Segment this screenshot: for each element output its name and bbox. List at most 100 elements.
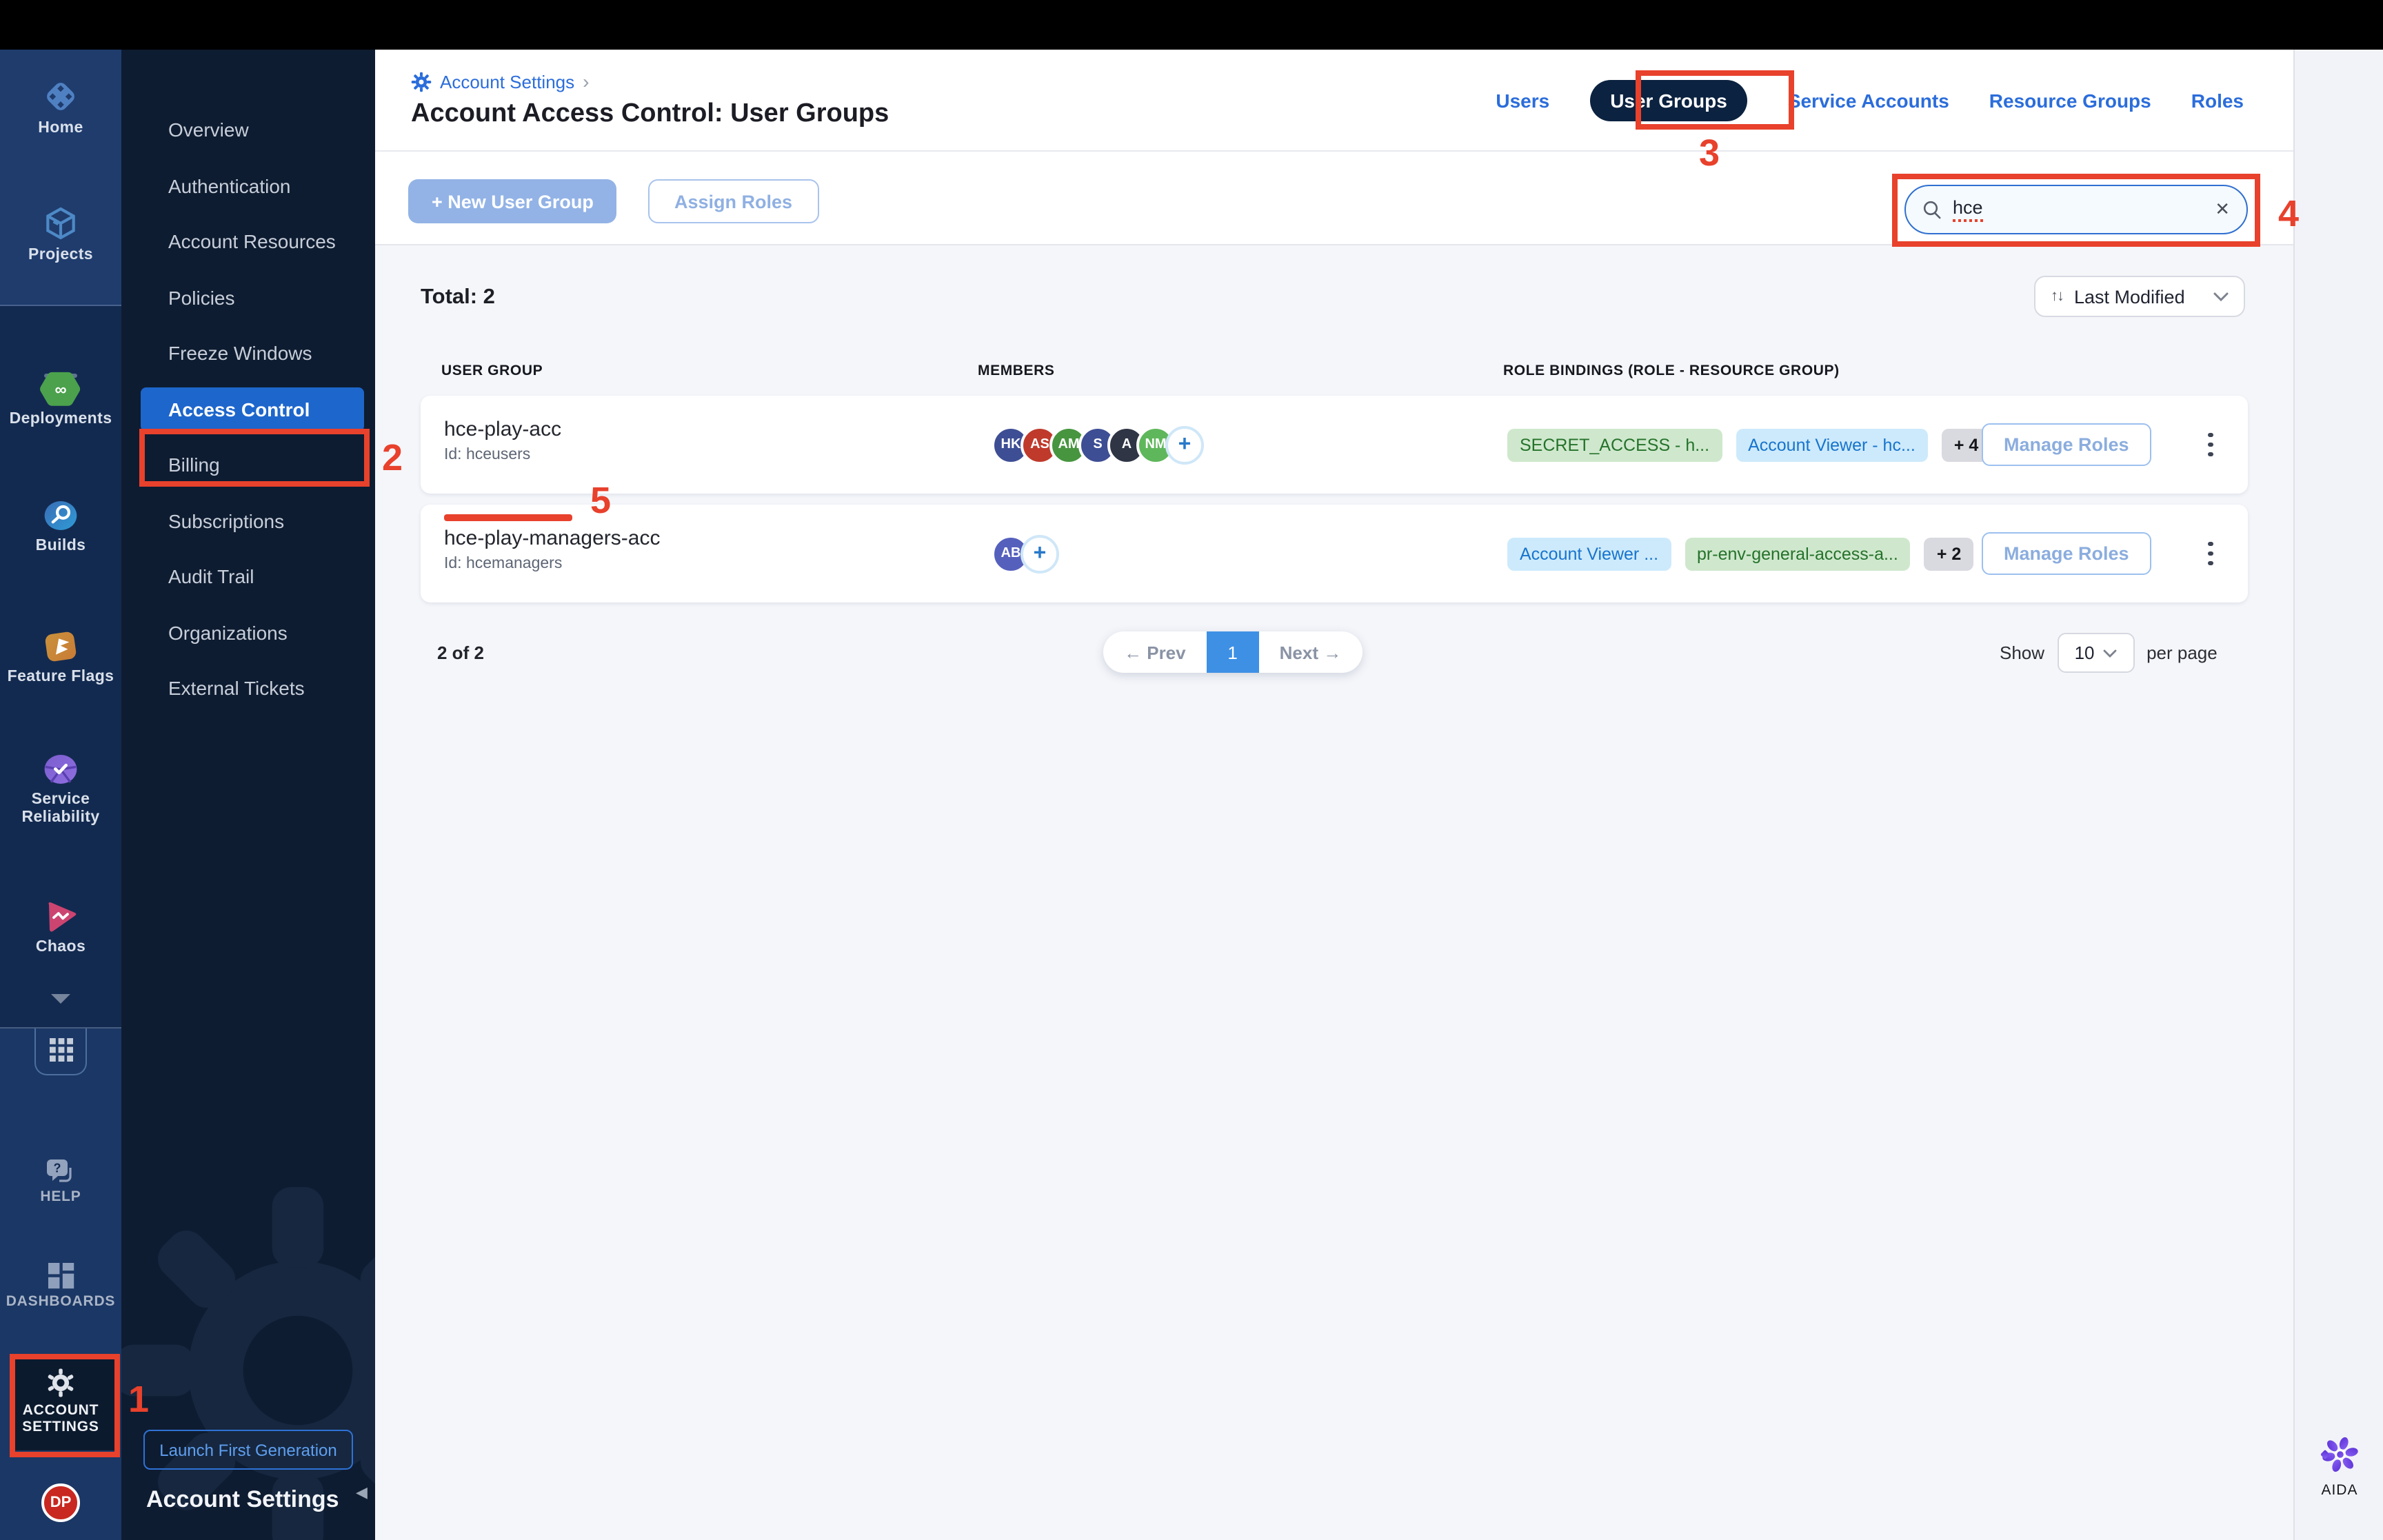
tab-bar: Users User Groups Service Accounts Resource… <box>1496 80 2244 121</box>
new-user-group-button[interactable]: + New User Group <box>408 179 617 223</box>
settings-menu-item-external-tickets[interactable]: External Tickets <box>121 660 375 716</box>
settings-menu-item-authentication[interactable]: Authentication <box>121 158 375 214</box>
column-header-user-group: USER GROUP <box>441 363 543 379</box>
settings-menu-item-label: Organizations <box>168 621 288 644</box>
settings-menu: Overview Authentication Account Resources P… <box>121 102 375 716</box>
row-menu-icon[interactable] <box>2197 505 2224 602</box>
settings-menu-item-label: Overview <box>168 119 249 141</box>
settings-menu-item-freeze-windows[interactable]: Freeze Windows <box>121 325 375 381</box>
annotation-underline-5 <box>444 514 572 521</box>
user-group-row-hce-play-managers-acc[interactable]: hce-play-managers-acc Id: hcemanagers AB + A… <box>421 505 2248 602</box>
pagination: ← Prev 1 Next → <box>1103 631 1363 673</box>
settings-menu-item-audit-trail[interactable]: Audit Trail <box>121 549 375 605</box>
role-binding-chip[interactable]: + 2 <box>1924 537 1974 570</box>
annotation-box-3 <box>1636 70 1794 130</box>
manage-roles-button[interactable]: Manage Roles <box>1982 532 2151 575</box>
service-reliability-icon <box>44 755 77 784</box>
breadcrumb-separator: › <box>583 70 590 92</box>
user-group-id: Id: hcemanagers <box>444 556 563 572</box>
tab-users[interactable]: Users <box>1496 90 1549 112</box>
user-group-name[interactable]: hce-play-managers-acc <box>444 527 660 550</box>
breadcrumb[interactable]: Account Settings › <box>411 70 589 92</box>
members-cell: AB + <box>992 505 1059 602</box>
home-icon <box>47 83 74 110</box>
settings-menu-item-subscriptions[interactable]: Subscriptions <box>121 493 375 549</box>
sidebar-item-label: Projects <box>28 247 93 263</box>
svg-text:?: ? <box>54 1161 61 1175</box>
annotation-number-1: 1 <box>128 1379 150 1420</box>
current-page-button[interactable]: 1 <box>1206 631 1259 673</box>
sidebar-item-deployments[interactable]: ∞ Deployments <box>0 369 121 427</box>
user-avatar[interactable]: DP <box>41 1483 80 1522</box>
builds-icon <box>44 501 77 530</box>
sidebar-item-builds[interactable]: Builds <box>0 496 121 554</box>
settings-menu-item-label: Account Resources <box>168 230 336 253</box>
tab-roles[interactable]: Roles <box>2191 90 2244 112</box>
annotation-number-2: 2 <box>382 437 403 478</box>
sidebar-item-dashboards[interactable]: DASHBOARDS <box>0 1263 121 1310</box>
settings-menu-item-policies[interactable]: Policies <box>121 270 375 325</box>
role-binding-chip[interactable]: pr-env-general-access-a... <box>1685 537 1911 570</box>
aida-label: AIDA <box>2321 1482 2358 1499</box>
column-header-role-bindings: ROLE BINDINGS (ROLE - RESOURCE GROUP) <box>1503 363 1840 379</box>
user-group-row-hce-play-acc[interactable]: hce-play-acc Id: hceusers HK AS AM S A NM + SECRE… <box>421 396 2248 494</box>
chevron-down-icon <box>2213 292 2229 301</box>
sort-dropdown[interactable]: ↑↓ Last Modified <box>2034 276 2245 317</box>
pagination-range: 2 of 2 <box>437 642 484 663</box>
grid-icon <box>49 1038 72 1062</box>
sidebar-item-feature-flags[interactable]: Feature Flags <box>0 627 121 685</box>
sidebar-item-chaos[interactable]: Chaos <box>0 898 121 955</box>
chaos-icon <box>48 902 77 932</box>
main-content: Account Settings › Account Access Contro… <box>375 50 2293 1540</box>
role-bindings-cell: SECRET_ACCESS - h... Account Viewer - hc.… <box>1507 396 1991 494</box>
deployments-icon: ∞ <box>40 372 81 406</box>
sidebar-item-label: Service Reliability <box>21 791 100 826</box>
breadcrumb-label[interactable]: Account Settings <box>440 71 574 92</box>
launch-first-generation-button[interactable]: Launch First Generation <box>143 1430 353 1470</box>
sort-value: Last Modified <box>2074 286 2185 307</box>
sidebar-item-help[interactable]: ? HELP <box>0 1158 121 1205</box>
settings-menu-item-label: External Tickets <box>168 677 305 700</box>
sidebar-item-label: Builds <box>35 538 86 554</box>
row-menu-icon[interactable] <box>2197 396 2224 494</box>
next-page-button[interactable]: Next → <box>1259 631 1363 673</box>
manage-roles-button[interactable]: Manage Roles <box>1982 423 2151 466</box>
role-binding-chip[interactable]: SECRET_ACCESS - h... <box>1507 428 1722 461</box>
settings-menu-item-label: Audit Trail <box>168 565 254 588</box>
settings-menu-item-label: Authentication <box>168 174 291 197</box>
annotation-box-2 <box>139 429 370 487</box>
add-member-button[interactable]: + <box>1165 425 1204 464</box>
page-size-dropdown[interactable]: 10 <box>2057 633 2135 673</box>
aida-icon[interactable] <box>2321 1435 2360 1474</box>
settings-menu-item-organizations[interactable]: Organizations <box>121 605 375 660</box>
prev-page-button[interactable]: ← Prev <box>1103 631 1207 673</box>
total-count: Total: 2 <box>421 285 495 309</box>
annotation-number-4: 4 <box>2278 193 2300 234</box>
chevron-down-icon <box>2103 649 2116 657</box>
settings-menu-item-overview[interactable]: Overview <box>121 102 375 158</box>
column-header-members: MEMBERS <box>978 363 1055 379</box>
sidebar-item-label: Feature Flags <box>7 669 114 685</box>
role-binding-chip[interactable]: Account Viewer - hc... <box>1736 428 1928 461</box>
svg-text:∞: ∞ <box>54 381 66 399</box>
sidebar-item-service-reliability[interactable]: Service Reliability <box>0 750 121 827</box>
tab-resource-groups[interactable]: Resource Groups <box>1989 90 2151 112</box>
sidebar-item-label: HELP <box>40 1188 81 1205</box>
show-label: Show <box>2000 642 2045 663</box>
feature-flags-icon <box>45 631 77 662</box>
add-member-button[interactable]: + <box>1020 534 1059 573</box>
sidebar-item-home[interactable]: Home <box>0 77 121 136</box>
assign-roles-button[interactable]: Assign Roles <box>648 179 819 223</box>
role-binding-chip[interactable]: Account Viewer ... <box>1507 537 1671 570</box>
sidebar-item-projects[interactable]: Projects <box>0 204 121 263</box>
settings-menu-item-label: Access Control <box>168 398 310 421</box>
app-launcher-dock[interactable] <box>34 1029 87 1075</box>
collapse-sidebar-icon[interactable]: ◀ <box>356 1483 368 1501</box>
module-collapse-chevron[interactable] <box>0 993 121 1005</box>
per-page-label: per page <box>2146 642 2218 663</box>
settings-sidebar: Overview Authentication Account Resources P… <box>121 50 375 1540</box>
tab-service-accounts[interactable]: Service Accounts <box>1788 90 1949 112</box>
right-panel: AIDA <box>2293 50 2383 1540</box>
user-group-name[interactable]: hce-play-acc <box>444 418 561 441</box>
settings-menu-item-account-resources[interactable]: Account Resources <box>121 214 375 270</box>
